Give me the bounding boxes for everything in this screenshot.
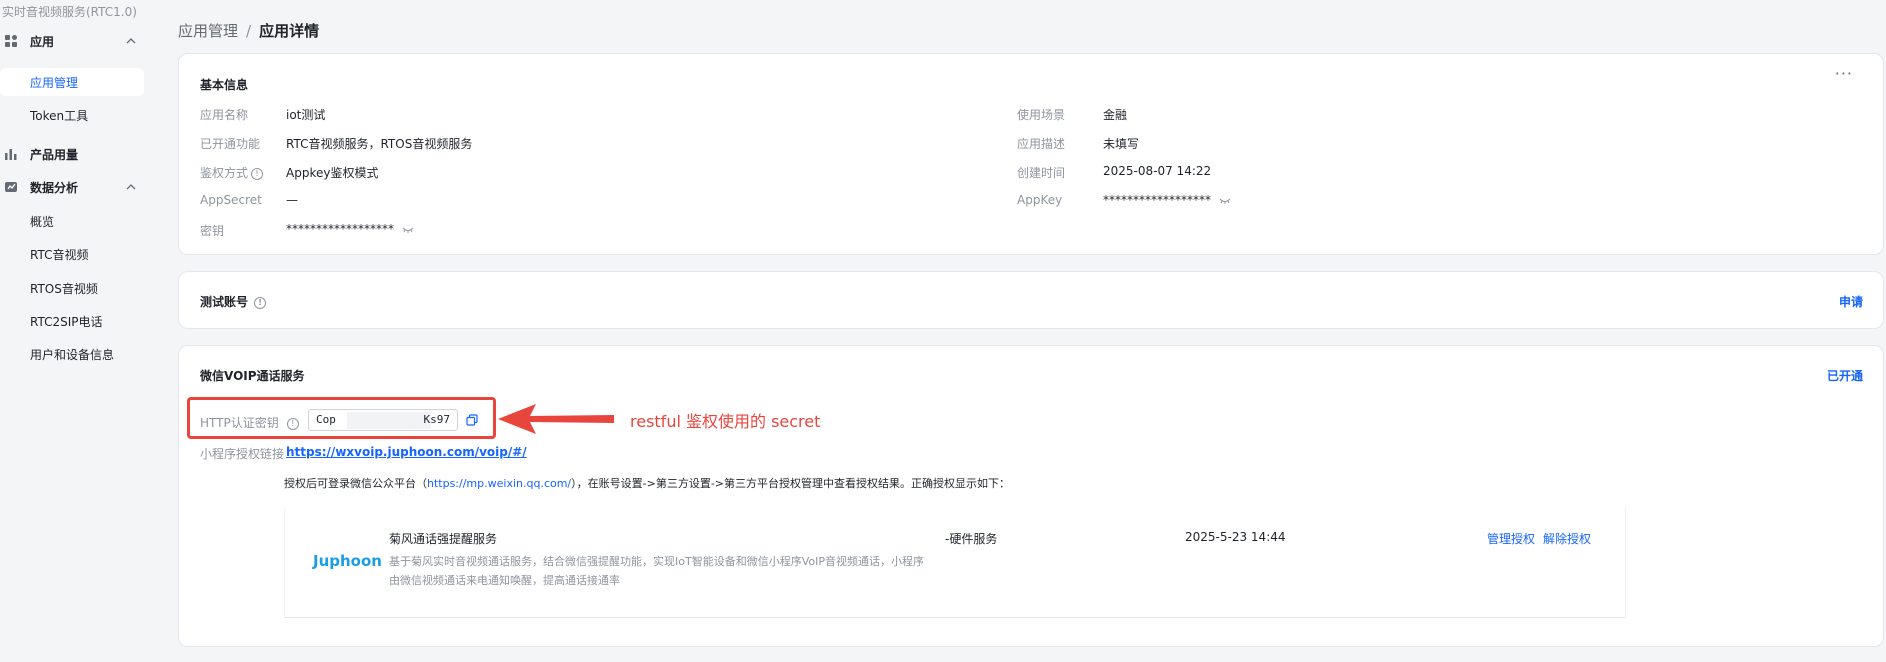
info-value: iot测试 <box>286 108 326 122</box>
test-account-title: 测试账号 <box>200 295 249 309</box>
hint-text: ），在账号设置->第三方设置->第三方平台授权管理中查看授权结果。正确授权显示如… <box>571 477 1011 490</box>
service-name: 菊风通话强提醒服务 <box>389 532 498 546</box>
manage-authorization-link[interactable]: 管理授权 <box>1487 530 1535 547</box>
sidebar-item-label: 应用管理 <box>30 75 79 90</box>
voip-status: 已开通 <box>1826 369 1863 383</box>
breadcrumb-parent[interactable]: 应用管理 <box>178 22 238 40</box>
annotation-text: restful 鉴权使用的 secret <box>630 412 821 431</box>
sidebar-item-rtc[interactable]: RTC音视频 <box>0 240 144 268</box>
chevron-up-icon <box>126 184 136 190</box>
authorization-hint: 授权后可登录微信公众平台（https://mp.weixin.qq.com/），… <box>284 475 1010 491</box>
info-value: RTC音视频服务，RTOS音视频服务 <box>286 137 473 151</box>
info-value: 未填写 <box>1103 137 1140 151</box>
info-value: Appkey鉴权模式 <box>286 166 379 180</box>
sidebar-item-label: RTC音视频 <box>30 247 89 262</box>
info-value: 2025-08-07 14:22 <box>1103 164 1212 178</box>
juphoon-logo: Juphoon <box>313 552 382 570</box>
sidebar-item-rtos[interactable]: RTOS音视频 <box>0 274 144 302</box>
secret-masked-row: ****************** <box>286 222 414 236</box>
info-label: 创建时间 <box>1017 166 1066 180</box>
info-circle-icon[interactable]: ! <box>251 167 264 180</box>
info-label: AppSecret <box>200 193 262 207</box>
info-value: — <box>286 193 298 207</box>
breadcrumb-current: 应用详情 <box>259 22 320 40</box>
basic-info-card: 基本信息 ··· 应用名称 iot测试 已开通功能 RTC音视频服务，RTOS音… <box>178 53 1884 255</box>
info-label: 已开通功能 <box>200 137 261 151</box>
sidebar-item-label: 用户和设备信息 <box>30 347 115 362</box>
info-label: 密钥 <box>200 224 225 238</box>
sidebar-group-data-analysis[interactable]: 数据分析 <box>0 173 154 201</box>
sidebar-group-apps[interactable]: 应用 <box>0 27 154 55</box>
sidebar-item-users-devices[interactable]: 用户和设备信息 <box>0 340 144 368</box>
sidebar-item-rtc2sip[interactable]: RTC2SIP电话 <box>0 307 144 335</box>
sidebar-group-usage[interactable]: 产品用量 <box>0 140 154 168</box>
appkey-masked-row: ****************** <box>1103 193 1231 207</box>
info-value: 金融 <box>1103 108 1128 122</box>
chevron-up-icon <box>126 38 136 44</box>
appkey-masked-value: ****************** <box>1103 193 1211 207</box>
info-label: 使用场景 <box>1017 108 1066 122</box>
product-title: 实时音视频服务(RTC1.0) <box>2 5 137 19</box>
sidebar-item-label: 概览 <box>30 214 55 229</box>
test-account-title-row: 测试账号! <box>200 293 267 310</box>
breadcrumb: 应用管理 / 应用详情 <box>178 20 319 41</box>
eye-closed-icon[interactable] <box>402 226 414 234</box>
data-analysis-icon <box>5 182 17 192</box>
miniprogram-link[interactable]: https://wxvoip.juphoon.com/voip/#/ <box>286 445 527 459</box>
sidebar: 实时音视频服务(RTC1.0) 应用 应用管理 Token工具 产品用量 数据分… <box>0 0 154 662</box>
apply-link[interactable]: 申请 <box>1839 293 1863 310</box>
test-account-card: 测试账号! 申请 <box>178 271 1884 329</box>
info-label: AppKey <box>1017 193 1063 207</box>
sidebar-group-label: 产品用量 <box>30 147 79 162</box>
secret-masked-value: ****************** <box>286 222 394 236</box>
authorized-service-panel: Juphoon 菊风通话强提醒服务 基于菊风实时音视频通话服务，结合微信强提醒功… <box>284 508 1626 618</box>
apps-icon <box>5 35 17 47</box>
miniprogram-label: 小程序授权链接 <box>200 447 285 461</box>
hint-text: 授权后可登录微信公众平台（ <box>284 477 427 490</box>
info-label: 应用名称 <box>200 108 249 122</box>
revoke-authorization-link[interactable]: 解除授权 <box>1543 530 1591 547</box>
info-label-auth-mode: 鉴权方式! <box>200 164 264 181</box>
info-label: 应用描述 <box>1017 137 1066 151</box>
sidebar-item-app-management[interactable]: 应用管理 <box>0 68 144 96</box>
annotation-highlight-box <box>187 397 496 439</box>
info-circle-icon[interactable]: ! <box>254 296 267 309</box>
sidebar-group-label: 数据分析 <box>30 180 79 195</box>
sidebar-item-label: Token工具 <box>30 108 89 123</box>
weixin-platform-link[interactable]: https://mp.weixin.qq.com/ <box>427 477 571 490</box>
service-time: 2025-5-23 14:44 <box>1185 530 1286 544</box>
more-icon[interactable]: ··· <box>1835 64 1853 83</box>
sidebar-item-overview[interactable]: 概览 <box>0 207 144 235</box>
sidebar-item-label: RTC2SIP电话 <box>30 314 103 329</box>
basic-info-title: 基本信息 <box>200 78 249 92</box>
annotation-arrow <box>498 404 614 434</box>
eye-closed-icon[interactable] <box>1219 197 1231 205</box>
sidebar-group-label: 应用 <box>30 34 55 49</box>
service-description: 基于菊风实时音视频通话服务，结合微信强提醒功能，实现IoT智能设备和微信小程序V… <box>389 555 924 587</box>
service-type: -硬件服务 <box>945 532 998 546</box>
bar-chart-icon <box>5 149 17 160</box>
sidebar-item-label: RTOS音视频 <box>30 281 98 296</box>
info-label-text: 鉴权方式 <box>200 166 249 180</box>
voip-title: 微信VOIP通话服务 <box>200 369 305 383</box>
breadcrumb-separator: / <box>246 22 252 40</box>
sidebar-item-token-tool[interactable]: Token工具 <box>0 101 144 129</box>
